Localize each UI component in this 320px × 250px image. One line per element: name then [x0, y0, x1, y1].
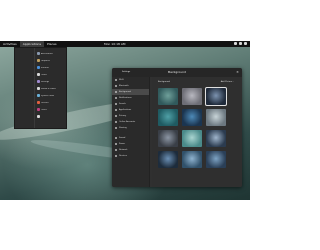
sidebar-item-icon: [115, 155, 117, 157]
window-header: Settings Background ✕: [112, 68, 242, 77]
menu-app-item[interactable]: Office: [37, 71, 67, 78]
sidebar-item-label: Wi-Fi: [119, 79, 124, 81]
sidebar-item-icon: [115, 121, 117, 123]
menu-app-label: Other: [41, 108, 47, 111]
menu-app-label: Graphics: [41, 59, 50, 62]
wallpaper-thumbnail[interactable]: [205, 87, 227, 106]
volume-icon: [239, 42, 242, 45]
window-title: Background: [168, 70, 186, 74]
menu-app-item[interactable]: [37, 113, 67, 120]
wallpaper-thumbnail[interactable]: [206, 130, 226, 147]
menu-app-label: Utilities: [41, 101, 49, 104]
sidebar-item-icon: [115, 143, 117, 145]
sidebar-item-label: Notifications: [119, 97, 132, 99]
sidebar-item-label: Bluetooth: [119, 85, 129, 87]
system-status-area[interactable]: [234, 42, 247, 45]
wallpaper-thumbnail[interactable]: [182, 109, 202, 126]
menu-apps-list: Accessories Graphics Internet Office Setting…: [37, 50, 67, 120]
menu-app-label: Office: [41, 73, 47, 76]
wallpaper-thumbnail[interactable]: [182, 88, 202, 105]
app-icon: [37, 73, 40, 76]
app-icon: [37, 80, 40, 83]
add-picture-button[interactable]: Add Picture...: [221, 81, 234, 83]
menu-app-item[interactable]: Sound & Video: [37, 85, 67, 92]
menu-app-label: Settings: [41, 80, 50, 83]
app-icon: [37, 52, 40, 55]
sidebar-item-icon: [115, 149, 117, 151]
wallpaper-thumbnail[interactable]: [182, 130, 202, 147]
menu-app-label: System Tools: [41, 94, 55, 97]
sidebar-item-icon: [115, 115, 117, 117]
sidebar-item-label: Network: [119, 149, 128, 151]
app-icon: [37, 108, 40, 111]
wallpaper-thumbnail[interactable]: [182, 151, 202, 168]
applications-menu: Accessories Graphics Internet Office Setting…: [14, 47, 67, 129]
app-icon: [37, 101, 40, 104]
sidebar-item-icon: [115, 97, 117, 99]
sidebar-item-icon: [115, 137, 117, 139]
background-label: Background: [158, 81, 170, 83]
sidebar-item-label: Devices: [119, 155, 127, 157]
wallpaper-thumbnail[interactable]: [158, 88, 178, 105]
wallpaper-thumbnail[interactable]: [206, 109, 226, 126]
sidebar-item-label: Power: [119, 143, 126, 145]
menu-app-item[interactable]: Utilities: [37, 99, 67, 106]
app-icon: [37, 115, 40, 118]
wallpaper-grid: [158, 87, 227, 168]
desktop-screen: Activities Applications Places Mon 10:18…: [0, 41, 250, 200]
power-icon: [244, 42, 247, 45]
sidebar-item-label: Online Accounts: [119, 121, 136, 123]
settings-window: Settings Background ✕ Wi-Fi Bluetooth Back…: [112, 68, 242, 187]
wallpaper-thumbnail[interactable]: [158, 151, 178, 168]
sidebar-item[interactable]: Sharing: [112, 125, 149, 131]
sidebar-item[interactable]: Devices: [112, 153, 149, 159]
menu-app-item[interactable]: Settings: [37, 78, 67, 85]
menu-app-item[interactable]: System Tools: [37, 92, 67, 99]
sidebar-item-icon: [115, 103, 117, 105]
sidebar-item-icon: [115, 79, 117, 81]
network-icon: [234, 42, 237, 45]
menu-app-item[interactable]: Other: [37, 106, 67, 113]
sidebar-item-label: Sharing: [119, 127, 127, 129]
background-panel: Background Add Picture...: [152, 77, 242, 187]
sidebar-item-label: Background: [119, 91, 131, 93]
sidebar-item-icon: [115, 109, 117, 111]
menu-app-item[interactable]: Accessories: [37, 50, 67, 57]
menu-app-item[interactable]: Internet: [37, 64, 67, 71]
app-icon: [37, 87, 40, 90]
app-icon: [37, 59, 40, 62]
menu-app-label: Accessories: [41, 52, 53, 55]
menu-app-item[interactable]: Graphics: [37, 57, 67, 64]
settings-sidebar: Wi-Fi Bluetooth Background Notifications Sea…: [112, 77, 150, 187]
sidebar-item-label: Applications: [119, 109, 132, 111]
clock[interactable]: Mon 10:18 AM: [104, 41, 126, 47]
menu-categories-pane: [15, 48, 35, 128]
sidebar-item-label: Search: [119, 103, 126, 105]
app-icon: [37, 94, 40, 97]
sidebar-item-icon: [115, 91, 117, 93]
app-icon: [37, 66, 40, 69]
sidebar-item-label: Sound: [119, 137, 126, 139]
wallpaper-thumbnail[interactable]: [158, 109, 178, 126]
close-icon[interactable]: ✕: [236, 71, 239, 74]
menu-app-label: Internet: [41, 66, 49, 69]
menu-app-label: Sound & Video: [41, 87, 56, 90]
sidebar-item-icon: [115, 85, 117, 87]
sidebar-item-icon: [115, 127, 117, 129]
wallpaper-thumbnail[interactable]: [206, 151, 226, 168]
sidebar-item-label: Privacy: [119, 115, 127, 117]
wallpaper-thumbnail[interactable]: [158, 130, 178, 147]
